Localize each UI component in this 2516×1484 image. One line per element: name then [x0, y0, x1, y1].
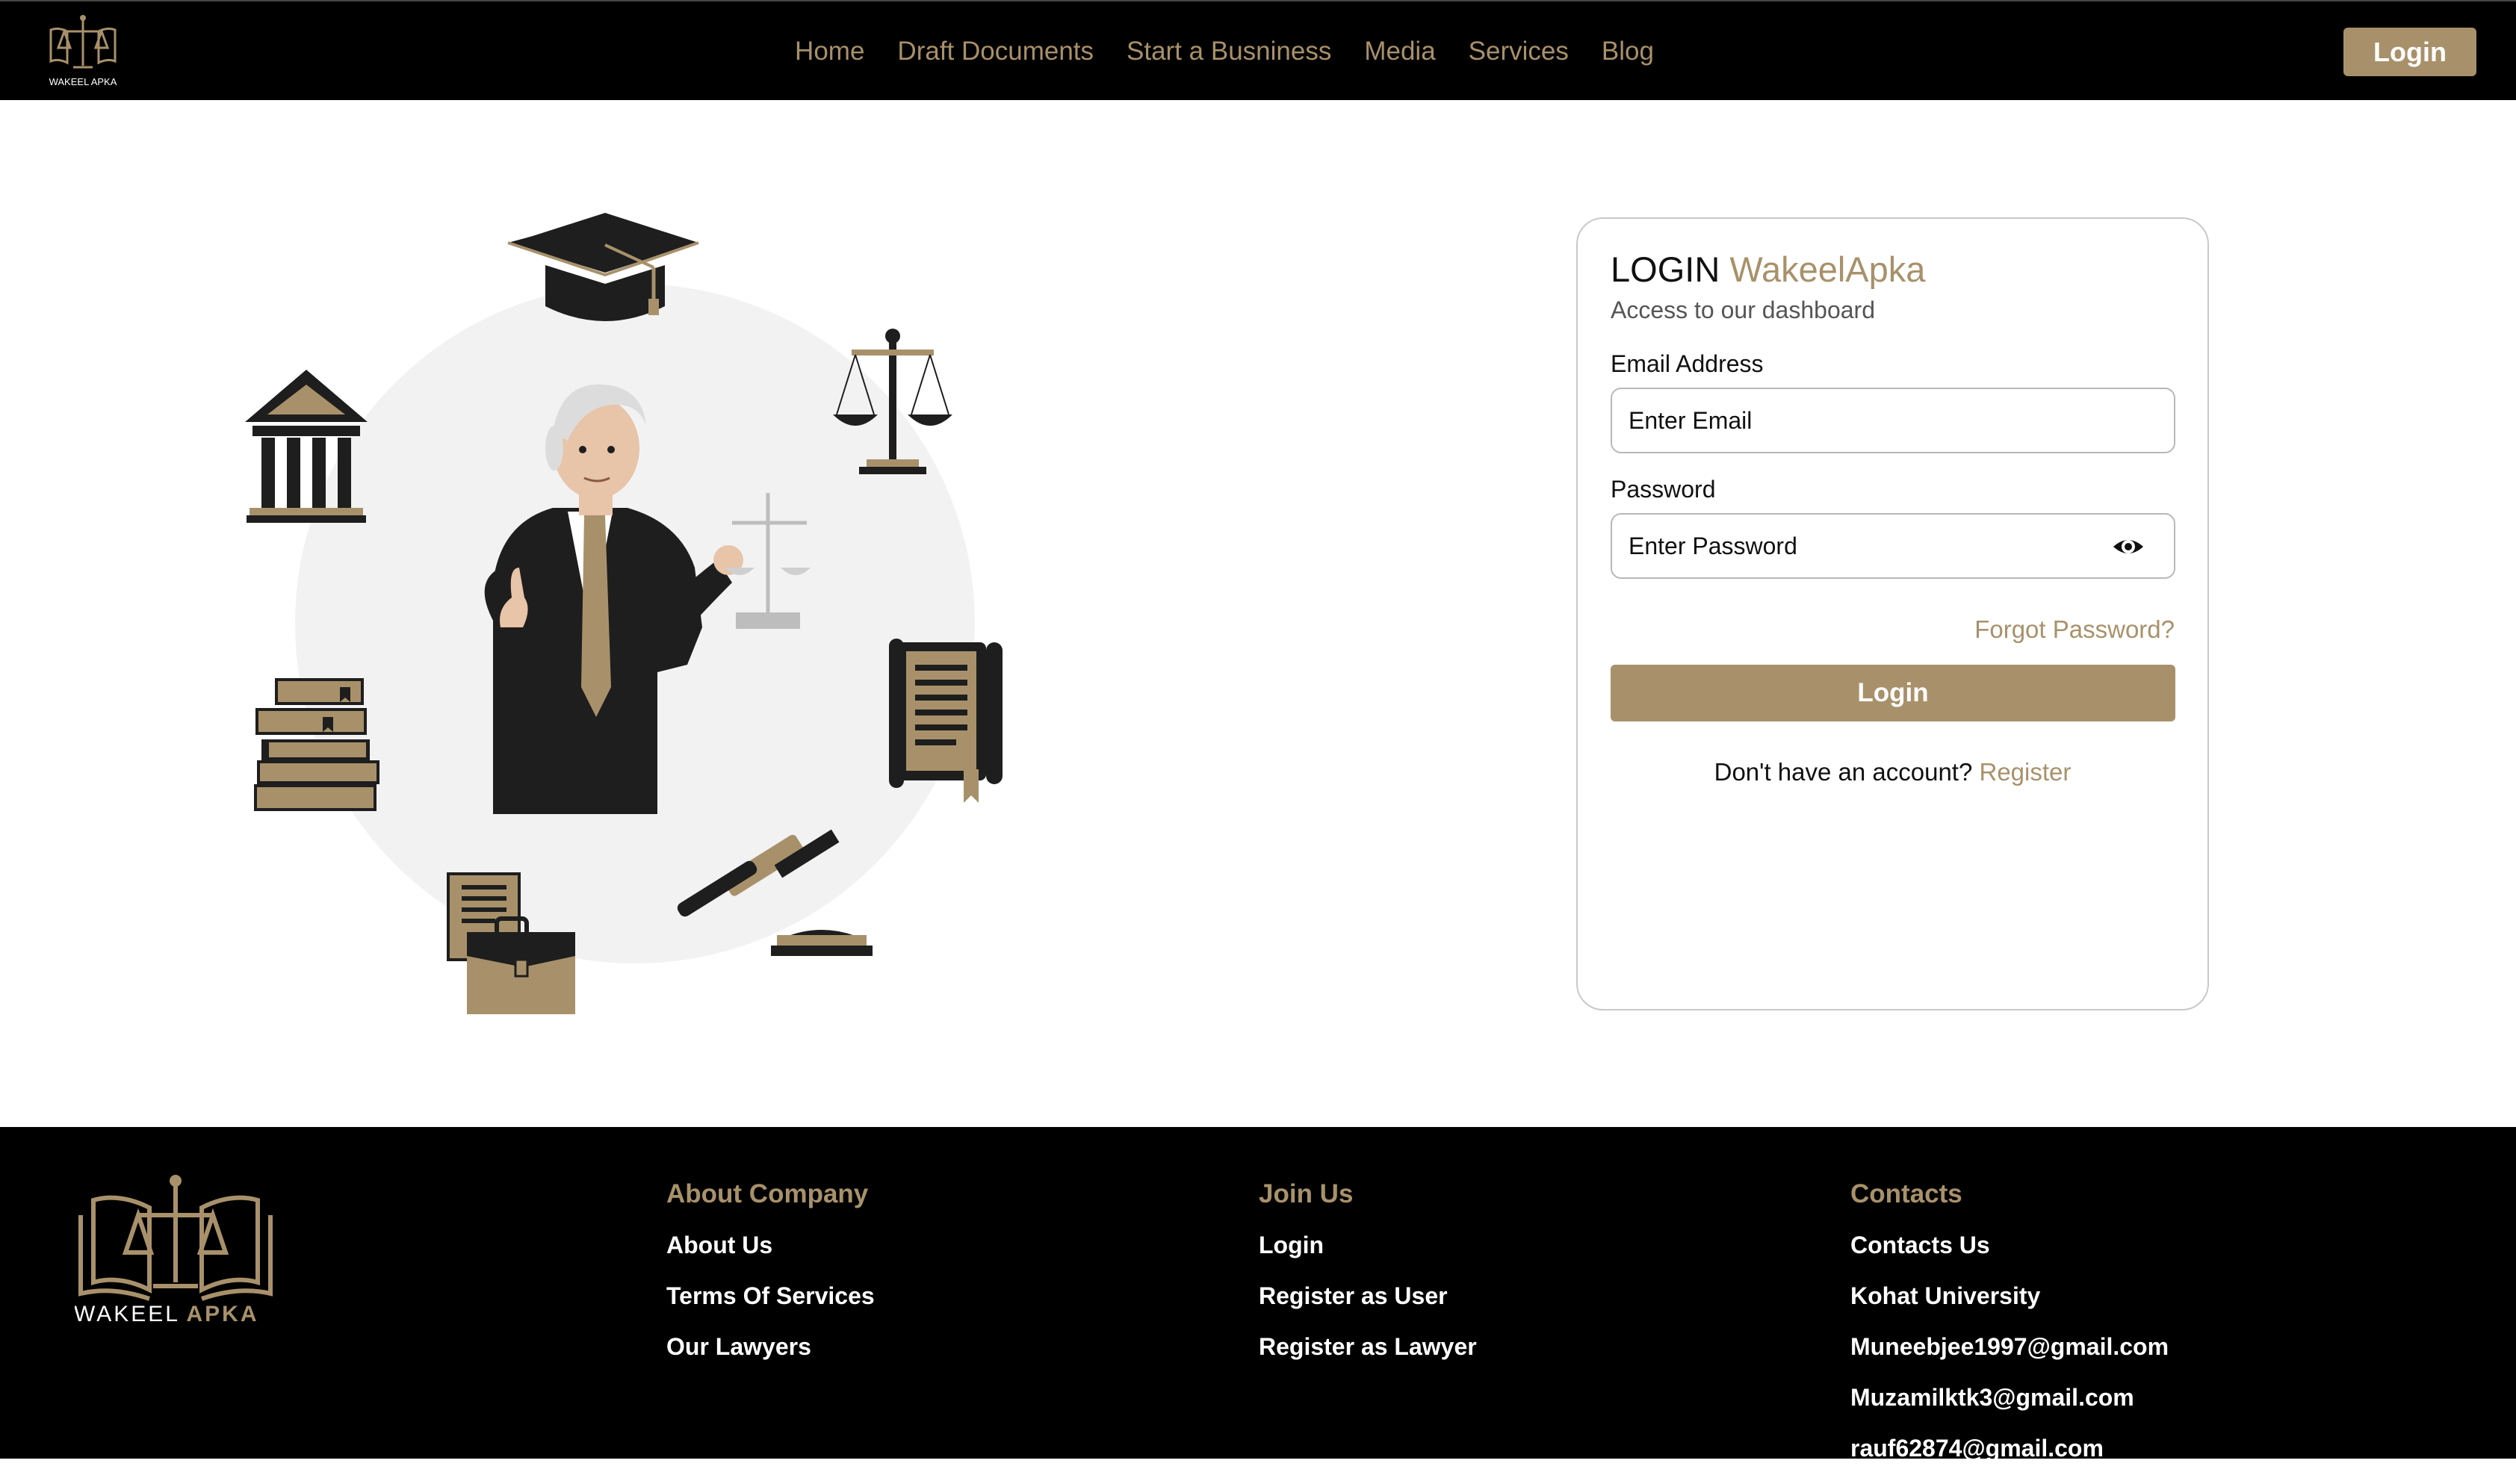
footer-link-our-lawyers[interactable]: Our Lawyers [666, 1332, 875, 1382]
login-title: LOGIN WakeelApka [1611, 249, 1925, 290]
footer-link-register-user[interactable]: Register as User [1259, 1281, 1477, 1332]
footer-about-heading: About Company [666, 1179, 869, 1208]
register-link[interactable]: Register [1980, 758, 2072, 786]
footer-link-contacts-us[interactable]: Contacts Us [1850, 1230, 2169, 1281]
nav-start-a-business[interactable]: Start a Busniness [1127, 37, 1331, 66]
footer-about-column: About Company About Us Terms Of Services… [666, 1179, 875, 1382]
svg-text:APKA: APKA [186, 1302, 258, 1326]
site-header: WAKEEL APKA Home Draft Documents Start a… [0, 0, 2516, 100]
login-card: LOGIN WakeelApka Access to our dashboard… [1576, 217, 2209, 1010]
footer-join-column: Join Us Login Register as User Register … [1259, 1179, 1477, 1382]
no-account-text: Don't have an account? [1714, 758, 1973, 786]
email-label: Email Address [1611, 350, 1764, 377]
footer-contacts-column: Contacts Contacts Us Kohat University Mu… [1850, 1179, 2169, 1484]
footer-link-email-2[interactable]: Muzamilktk3@gmail.com [1850, 1382, 2169, 1433]
footer-contacts-heading: Contacts [1850, 1179, 1962, 1208]
footer-link-login[interactable]: Login [1259, 1230, 1477, 1281]
books-icon [254, 678, 379, 811]
footer-join-heading: Join Us [1259, 1179, 1354, 1208]
scroll-document-icon [889, 639, 1003, 803]
password-label: Password [1611, 476, 1716, 503]
register-prompt: Don't have an account? Register [1578, 758, 2207, 786]
header-login-button[interactable]: Login [2343, 28, 2476, 76]
footer-link-email-3[interactable]: rauf62874@gmail.com [1850, 1433, 2169, 1484]
email-field[interactable] [1611, 388, 2175, 453]
footer-link-register-lawyer[interactable]: Register as Lawyer [1259, 1332, 1477, 1382]
svg-text:WAKEEL: WAKEEL [75, 1302, 180, 1326]
site-footer: WAKEEL APKA About Company About Us Terms… [0, 1127, 2516, 1462]
nav-media[interactable]: Media [1364, 37, 1435, 66]
footer-link-about-us[interactable]: About Us [666, 1230, 875, 1281]
nav-blog[interactable]: Blog [1602, 37, 1654, 66]
login-subtitle: Access to our dashboard [1611, 297, 1875, 323]
lawyer-illustration [245, 213, 1003, 1014]
password-field[interactable] [1611, 513, 2175, 579]
footer-link-terms[interactable]: Terms Of Services [666, 1281, 875, 1332]
forgot-password-link[interactable]: Forgot Password? [1974, 615, 2175, 644]
nav-services[interactable]: Services [1469, 37, 1569, 66]
footer-logo[interactable]: WAKEEL APKA [75, 1170, 276, 1327]
nav-home[interactable]: Home [795, 37, 864, 66]
main-nav: Home Draft Documents Start a Busniness M… [0, 1, 2516, 102]
courthouse-icon [245, 370, 368, 523]
login-title-prefix: LOGIN [1611, 249, 1720, 289]
login-submit-button[interactable]: Login [1611, 665, 2175, 721]
footer-link-kohat-university[interactable]: Kohat University [1850, 1281, 2169, 1332]
footer-link-email-1[interactable]: Muneebjee1997@gmail.com [1850, 1332, 2169, 1382]
login-title-brand: WakeelApka [1729, 249, 1926, 289]
eye-icon[interactable] [2111, 532, 2145, 562]
nav-draft-documents[interactable]: Draft Documents [897, 37, 1094, 66]
